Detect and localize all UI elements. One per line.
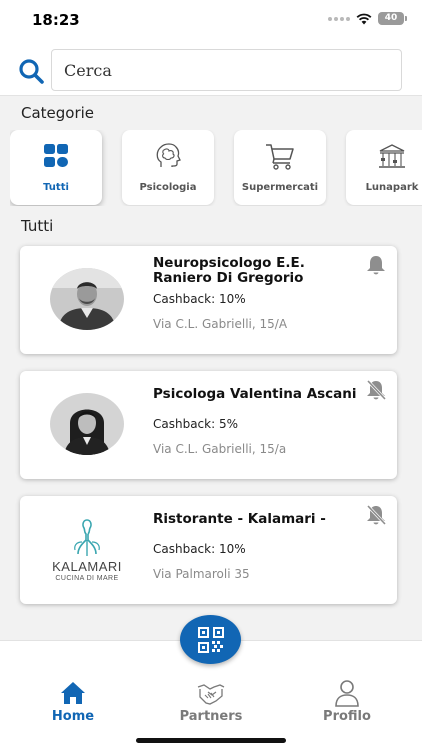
- qr-scan-button[interactable]: [180, 615, 241, 664]
- octopus-icon: [74, 519, 100, 556]
- search-input[interactable]: [51, 49, 402, 91]
- category-label: Psicologia: [139, 182, 197, 193]
- nav-profile[interactable]: Profilo: [302, 679, 392, 724]
- nav-label: Home: [51, 709, 95, 724]
- partner-address: Via Palmaroli 35: [153, 567, 250, 581]
- category-psicologia[interactable]: Psicologia: [122, 130, 214, 205]
- home-indicator: [136, 738, 286, 743]
- partner-card[interactable]: Psicologa Valentina Ascani Cashback: 5% …: [20, 371, 397, 479]
- home-icon: [61, 682, 85, 704]
- carousel-icon: [379, 144, 405, 168]
- categories-row: Tutti Psicologia Supermercati Lunapark: [10, 130, 422, 206]
- kalamari-logo: KALAMARI CUCINA DI MARE: [42, 518, 132, 584]
- nav-label: Partners: [179, 709, 243, 724]
- logo-subtext: CUCINA DI MARE: [55, 575, 119, 582]
- handshake-icon: [197, 684, 225, 705]
- partner-cashback: Cashback: 5%: [153, 417, 239, 431]
- categories-title: Categorie: [21, 104, 95, 122]
- logo-text: KALAMARI: [52, 559, 122, 574]
- list-title: Tutti: [21, 217, 54, 235]
- bell-icon[interactable]: [365, 254, 387, 276]
- category-label: Lunapark: [365, 182, 419, 193]
- category-label: Supermercati: [241, 182, 319, 193]
- nav-partners[interactable]: Partners: [166, 679, 256, 724]
- wifi-icon: [356, 13, 372, 24]
- partner-name: Ristorante - Kalamari -: [153, 511, 326, 527]
- status-icons: 40: [328, 12, 407, 25]
- search-bar: [0, 40, 422, 96]
- status-bar: 18:23 40: [0, 0, 422, 40]
- partner-name: Psicologa Valentina Ascani: [153, 386, 357, 402]
- partner-address: Via C.L. Gabrielli, 15/A: [153, 317, 288, 331]
- category-supermercati[interactable]: Supermercati: [234, 130, 326, 205]
- bell-off-icon[interactable]: [365, 504, 387, 526]
- category-lunapark[interactable]: Lunapark: [346, 130, 422, 205]
- partner-photo: [50, 268, 124, 330]
- brain-icon: [156, 143, 181, 167]
- partner-card[interactable]: KALAMARI CUCINA DI MARE Ristorante - Kal…: [20, 496, 397, 604]
- bell-off-icon[interactable]: [365, 379, 387, 401]
- search-icon[interactable]: [18, 58, 44, 84]
- partner-name: Neuropsicologo E.E. Raniero Di Gregorio: [153, 255, 305, 286]
- partner-address: Via C.L. Gabrielli, 15/a: [153, 442, 287, 456]
- qr-code-icon: [197, 626, 224, 653]
- grid-icon: [44, 144, 68, 167]
- nav-label: Profilo: [323, 709, 371, 724]
- user-icon: [335, 680, 359, 707]
- category-label: Tutti: [43, 182, 69, 193]
- nav-home[interactable]: Home: [28, 679, 118, 724]
- battery-icon: 40: [378, 12, 407, 25]
- cart-icon: [266, 144, 294, 170]
- partner-cashback: Cashback: 10%: [153, 292, 246, 306]
- category-tutti[interactable]: Tutti: [10, 130, 102, 205]
- status-time: 18:23: [32, 11, 80, 29]
- signal-icon: [328, 16, 350, 21]
- partner-card[interactable]: Neuropsicologo E.E. Raniero Di Gregorio …: [20, 246, 397, 354]
- partner-photo: [50, 393, 124, 455]
- partner-cashback: Cashback: 10%: [153, 542, 246, 556]
